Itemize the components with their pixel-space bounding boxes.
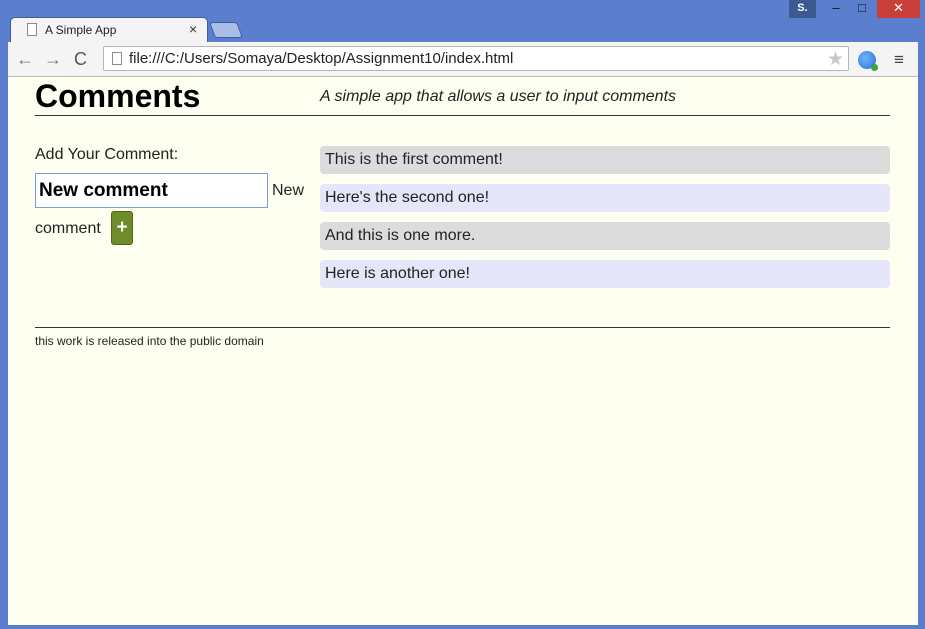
comment-form: Add Your Comment: New comment + <box>35 146 305 245</box>
comment-input[interactable] <box>35 173 268 208</box>
reload-icon[interactable]: C <box>74 49 87 70</box>
comment-item: Here is another one! <box>320 260 890 288</box>
page-icon <box>27 23 37 36</box>
globe-extension-icon[interactable] <box>858 51 878 71</box>
comment-item: This is the first comment! <box>320 146 890 174</box>
comment-form-label: Add Your Comment: <box>35 146 179 163</box>
address-url[interactable]: file:///C:/Users/Somaya/Desktop/Assignme… <box>129 50 513 67</box>
back-icon[interactable]: ← <box>16 49 34 70</box>
menu-icon[interactable]: ≡ <box>894 50 904 70</box>
window-frame-bottom <box>0 625 925 629</box>
browser-tab[interactable]: A Simple App × <box>10 17 208 42</box>
tab-title: A Simple App <box>45 23 117 37</box>
bookmark-star-icon[interactable]: ★ <box>827 48 844 71</box>
address-bar[interactable]: file:///C:/Users/Somaya/Desktop/Assignme… <box>103 46 849 71</box>
close-window-button[interactable]: ✕ <box>877 0 920 18</box>
new-tab-button[interactable] <box>209 22 243 38</box>
minimize-button[interactable]: – <box>824 0 848 18</box>
comment-item: Here's the second one! <box>320 184 890 212</box>
window-titlebar: A Simple App × S. – □ ✕ <box>0 0 925 42</box>
page-footer: this work is released into the public do… <box>35 327 890 348</box>
comment-list: This is the first comment! Here's the se… <box>320 146 890 298</box>
page-header: Comments A simple app that allows a user… <box>35 77 890 116</box>
user-profile-badge[interactable]: S. <box>789 0 816 18</box>
input-after-text-2: comment <box>35 220 101 237</box>
page-title: Comments <box>35 78 201 114</box>
add-comment-button[interactable]: + <box>111 211 133 245</box>
comment-item: And this is one more. <box>320 222 890 250</box>
input-after-text: New <box>272 182 305 199</box>
file-icon <box>112 52 122 65</box>
page-tagline: A simple app that allows a user to input… <box>320 88 677 105</box>
tab-close-icon[interactable]: × <box>189 21 197 37</box>
browser-toolbar: ← → C file:///C:/Users/Somaya/Desktop/As… <box>8 42 918 77</box>
page-viewport: Comments A simple app that allows a user… <box>8 77 918 625</box>
forward-icon[interactable]: → <box>44 49 62 70</box>
maximize-button[interactable]: □ <box>850 0 874 18</box>
